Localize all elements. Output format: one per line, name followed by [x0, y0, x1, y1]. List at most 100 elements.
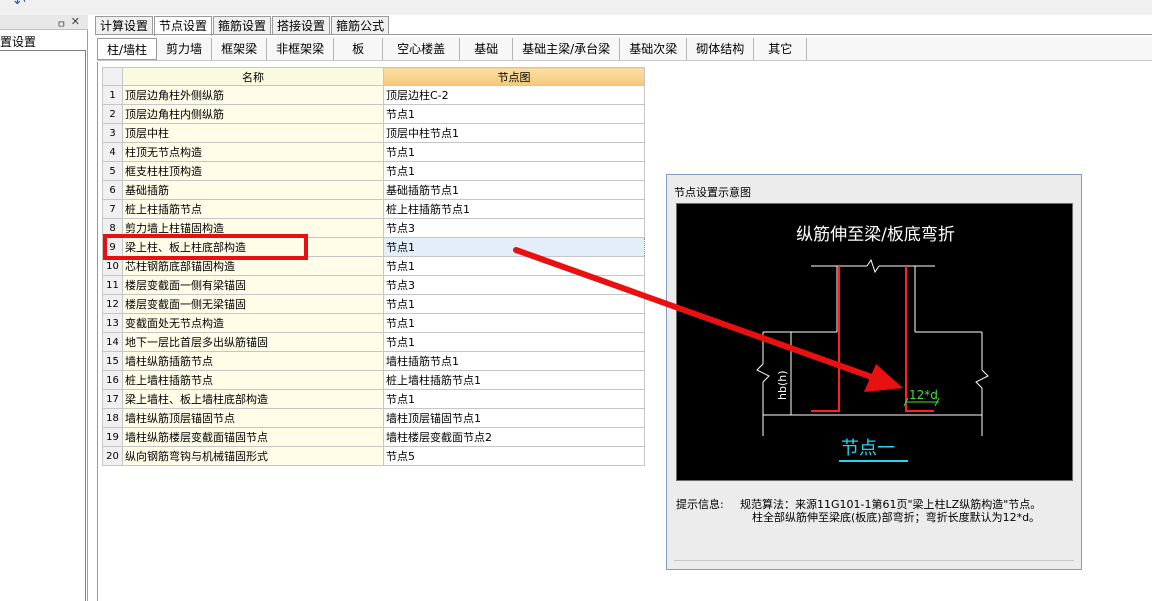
table-row[interactable]: 2 顶层边角柱内侧纵筋 节点1	[102, 104, 645, 124]
close-icon[interactable]: ✕	[71, 15, 80, 28]
row-index: 2	[102, 104, 123, 124]
subtab-foundation[interactable]: 基础	[460, 37, 514, 60]
row-name-cell[interactable]: 墙柱纵筋顶层锚固节点	[122, 408, 384, 428]
top-break-line	[811, 258, 935, 274]
tab-node-settings[interactable]: 节点设置	[154, 16, 213, 36]
row-node-cell[interactable]: 节点5	[383, 446, 645, 466]
row-node-cell[interactable]: 顶层边柱C-2	[383, 85, 645, 105]
subtab-slab[interactable]: 板	[334, 37, 384, 60]
row-node-cell[interactable]: 节点1	[383, 332, 645, 352]
table-row[interactable]: 20 纵向钢筋弯钩与机械锚固形式 节点5	[102, 446, 645, 466]
row-node-cell[interactable]: 墙柱楼层变截面节点2	[383, 427, 645, 447]
row-node-cell[interactable]: 节点1	[383, 142, 645, 162]
table-row[interactable]: 12 楼层变截面一侧无梁锚固 节点1	[102, 294, 645, 314]
subtab-column[interactable]: 柱/墙柱	[97, 37, 158, 60]
column-header-node[interactable]: 节点图	[383, 67, 645, 86]
tab-bar-divider	[95, 34, 1152, 35]
subtab-hollow-floor[interactable]: 空心楼盖	[383, 37, 461, 60]
highlight-box-row-9	[103, 234, 308, 260]
row-index: 1	[102, 85, 123, 105]
table-row[interactable]: 19 墙柱纵筋楼层变截面锚固节点 墙柱楼层变截面节点2	[102, 427, 645, 447]
row-index: 13	[102, 313, 123, 333]
left-pane-divider	[85, 51, 86, 601]
row-index: 19	[102, 427, 123, 447]
hint-text-line2: 柱全部纵筋伸至梁底(板底)部弯折；弯折长度默认为12*d。	[752, 511, 1041, 524]
table-row[interactable]: 13 变截面处无节点构造 节点1	[102, 313, 645, 333]
row-name-cell[interactable]: 顶层中柱	[122, 123, 384, 143]
row-name-cell[interactable]: 基础插筋	[122, 180, 384, 200]
row-name-cell[interactable]: 柱顶无节点构造	[122, 142, 384, 162]
row-node-cell[interactable]: 桩上墙柱插筋节点1	[383, 370, 645, 390]
row-name-cell[interactable]: 楼层变截面一侧有梁锚固	[122, 275, 384, 295]
table-row[interactable]: 1 顶层边角柱外侧纵筋 顶层边柱C-2	[102, 85, 645, 105]
row-name-cell[interactable]: 地下一层比首层多出纵筋锚固	[122, 332, 384, 352]
row-node-cell[interactable]: 节点1	[383, 389, 645, 409]
table-row[interactable]: 5 框支柱柱顶构造 节点1	[102, 161, 645, 181]
row-node-cell[interactable]: 节点1	[383, 104, 645, 124]
tab-lap-settings[interactable]: 搭接设置	[272, 16, 331, 35]
row-index: 7	[102, 199, 123, 219]
subtab-frame-beam[interactable]: 框架梁	[212, 37, 268, 60]
row-index-header	[102, 67, 123, 86]
row-name-cell[interactable]: 桩上墙柱插筋节点	[122, 370, 384, 390]
row-node-cell[interactable]: 墙柱插筋节点1	[383, 351, 645, 371]
row-node-cell[interactable]: 顶层中柱节点1	[383, 123, 645, 143]
table-row[interactable]: 4 柱顶无节点构造 节点1	[102, 142, 645, 162]
left-tree-item[interactable]: 置设置	[0, 33, 86, 51]
row-name-cell[interactable]: 纵向钢筋弯钩与机械锚固形式	[122, 446, 384, 466]
row-index: 15	[102, 351, 123, 371]
row-index: 3	[102, 123, 123, 143]
subtab-non-frame-beam[interactable]: 非框架梁	[267, 37, 335, 60]
left-pane-titlebar: ㅁ ✕	[0, 15, 88, 31]
row-name-cell[interactable]: 顶层边角柱外侧纵筋	[122, 85, 384, 105]
table-row[interactable]: 6 基础插筋 基础插筋节点1	[102, 180, 645, 200]
row-node-cell[interactable]: 节点1	[383, 313, 645, 333]
row-node-cell[interactable]: 节点1	[383, 294, 645, 314]
dimension-label: hb(h)	[776, 370, 789, 400]
tab-calc-settings[interactable]: 计算设置	[95, 16, 154, 35]
table-row[interactable]: 16 桩上墙柱插筋节点 桩上墙柱插筋节点1	[102, 370, 645, 390]
row-node-cell[interactable]: 桩上柱插筋节点1	[383, 199, 645, 219]
row-node-cell[interactable]: 节点3	[383, 218, 645, 238]
row-name-cell[interactable]: 墙柱纵筋楼层变截面锚固节点	[122, 427, 384, 447]
node-label: 节点一	[841, 438, 895, 459]
node-diagram-canvas: 纵筋伸至梁/板底弯折 hb(h) 12*d 节点一	[676, 203, 1073, 481]
row-name-cell[interactable]: 墙柱纵筋插筋节点	[122, 351, 384, 371]
row-name-cell[interactable]: 顶层边角柱内侧纵筋	[122, 104, 384, 124]
row-node-cell[interactable]: 基础插筋节点1	[383, 180, 645, 200]
row-name-cell[interactable]: 框支柱柱顶构造	[122, 161, 384, 181]
row-node-cell[interactable]: 节点1	[383, 256, 645, 276]
table-row[interactable]: 7 桩上柱插筋节点 桩上柱插筋节点1	[102, 199, 645, 219]
subtab-shear-wall[interactable]: 剪力墙	[157, 37, 213, 60]
table-row[interactable]: 15 墙柱纵筋插筋节点 墙柱插筋节点1	[102, 351, 645, 371]
subtab-other[interactable]: 其它	[754, 37, 808, 60]
row-node-cell[interactable]: 节点1	[383, 161, 645, 181]
table-row[interactable]: 17 梁上墙柱、板上墙柱底部构造 节点1	[102, 389, 645, 409]
table-row[interactable]: 11 楼层变截面一侧有梁锚固 节点3	[102, 275, 645, 295]
subtab-foundation-secondary-beam[interactable]: 基础次梁	[620, 37, 688, 60]
sub-tab-bar: 柱/墙柱 剪力墙 框架梁 非框架梁 板 空心楼盖 基础 基础主梁/承台梁 基础次…	[97, 37, 1152, 61]
row-name-cell[interactable]: 桩上柱插筋节点	[122, 199, 384, 219]
column-header-name[interactable]: 名称	[122, 67, 384, 86]
tab-stirrup-formula[interactable]: 箍筋公式	[331, 16, 390, 35]
row-node-cell[interactable]: 节点3	[383, 275, 645, 295]
row-index: 5	[102, 161, 123, 181]
subtab-masonry[interactable]: 砌体结构	[687, 37, 755, 60]
row-name-cell[interactable]: 变截面处无节点构造	[122, 313, 384, 333]
row-index: 20	[102, 446, 123, 466]
left-break-zigzag	[756, 363, 770, 383]
node-settings-table: 名称 节点图 1 顶层边角柱外侧纵筋 顶层边柱C-2 2 顶层边角柱内侧纵筋 节点1 3 顶层…	[102, 67, 645, 466]
row-index: 4	[102, 142, 123, 162]
row-node-cell[interactable]: 节点1	[383, 237, 645, 257]
hint-label: 提示信息:	[676, 498, 724, 511]
tab-stirrup-settings[interactable]: 箍筋设置	[213, 16, 272, 35]
table-row[interactable]: 18 墙柱纵筋顶层锚固节点 墙柱顶层锚固节点1	[102, 408, 645, 428]
row-name-cell[interactable]: 梁上墙柱、板上墙柱底部构造	[122, 389, 384, 409]
table-row[interactable]: 14 地下一层比首层多出纵筋锚固 节点1	[102, 332, 645, 352]
pin-icon[interactable]: ㅁ	[57, 16, 66, 31]
subtab-foundation-main-beam[interactable]: 基础主梁/承台梁	[513, 37, 621, 60]
row-node-cell[interactable]: 墙柱顶层锚固节点1	[383, 408, 645, 428]
row-name-cell[interactable]: 楼层变截面一侧无梁锚固	[122, 294, 384, 314]
main-tab-bar: 计算设置 节点设置 箍筋设置 搭接设置 箍筋公式	[95, 16, 390, 36]
table-row[interactable]: 3 顶层中柱 顶层中柱节点1	[102, 123, 645, 143]
